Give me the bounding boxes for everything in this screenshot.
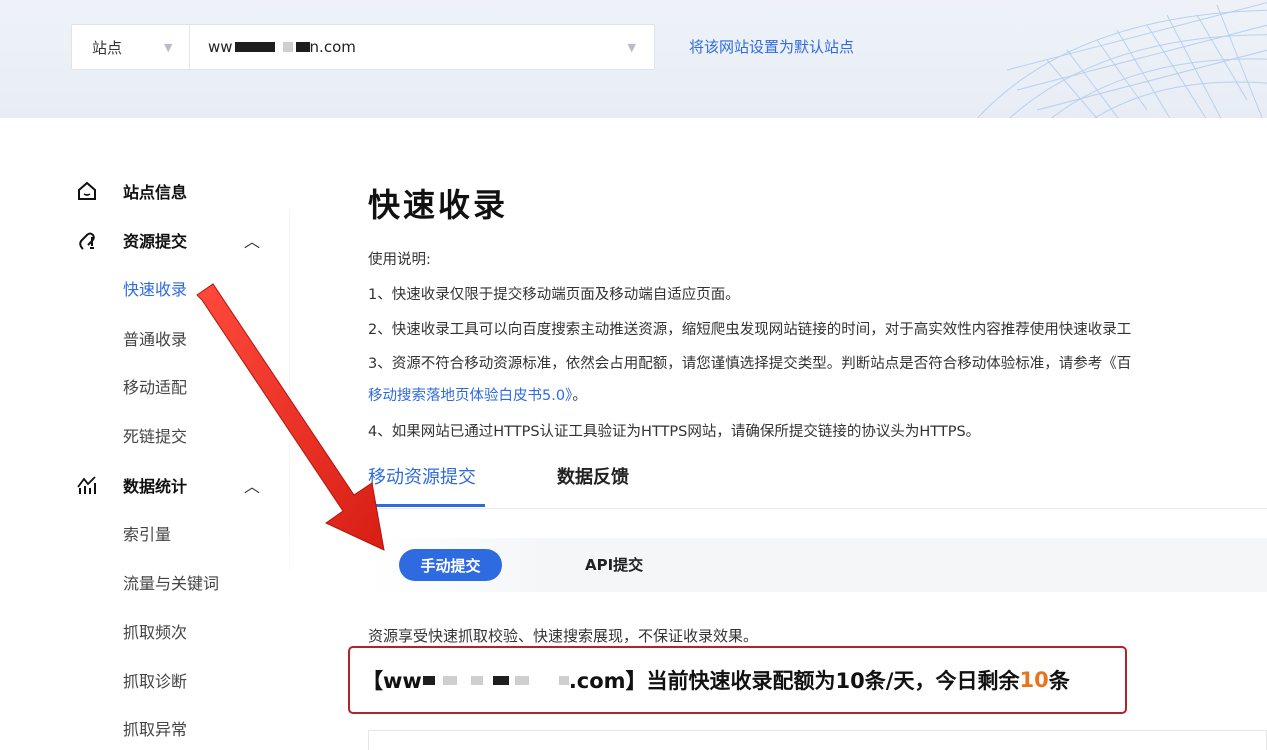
sidebar-item-crawl-frequency[interactable]: 抓取频次 (123, 619, 187, 643)
quota-unit: 条 (1048, 669, 1070, 693)
instruction-line: 3、资源不符合移动资源标准，依然会占用配额，请您谨慎选择提交类型。判断站点是否符… (368, 356, 1132, 372)
quota-domain-tail: .com】当前快速收录配额为10条/天，今日剩余 (568, 669, 1020, 693)
site-header: 站点 ▼ ww n.com ▼ 将该网站设置为默认站点 (0, 0, 1267, 118)
redaction-mask (514, 675, 529, 685)
api-submit-tab[interactable]: API提交 (585, 554, 643, 575)
site-type-dropdown[interactable]: 站点 ▼ (72, 25, 190, 69)
quota-status-box: 【ww .com】当前快速收录配额为10条/天，今日剩余 10 条 (348, 646, 1127, 714)
instruction-line: 2、快速收录工具可以向百度搜索主动推送资源，缩短爬虫发现网站链接的时间，对于高实… (368, 322, 1132, 338)
sidebar-item-traffic-keywords[interactable]: 流量与关键词 (123, 570, 219, 594)
sidebar-group-data-stats[interactable]: 数据统计 ︿ (0, 470, 290, 500)
redaction-mask (234, 42, 275, 52)
domain-suffix: n.com (309, 38, 356, 56)
tab-data-feedback[interactable]: 数据反馈 (557, 463, 629, 489)
site-selector: 站点 ▼ ww n.com ▼ (71, 24, 655, 70)
sidebar-group-resource-submit[interactable]: 资源提交 ︿ (0, 225, 290, 255)
site-type-label: 站点 (92, 38, 123, 57)
active-tab-indicator (368, 504, 485, 507)
redaction-mask (558, 675, 569, 685)
redaction-mask (282, 42, 293, 52)
domain-prefix: ww (208, 38, 233, 56)
quota-remaining: 10 (1019, 668, 1049, 692)
sidebar-item-dead-link[interactable]: 死链提交 (123, 423, 187, 447)
globe-decoration-icon (976, 2, 1267, 118)
redaction-mask (442, 675, 457, 685)
chevron-down-icon: ▼ (164, 41, 173, 54)
redaction-mask (492, 675, 509, 685)
chevron-up-icon: ︿ (244, 477, 261, 496)
submit-icon (72, 225, 102, 255)
sidebar-item-fast-index[interactable]: 快速收录 (123, 276, 187, 300)
redaction-mask (295, 42, 310, 52)
home-icon (72, 176, 102, 206)
chevron-up-icon: ︿ (244, 232, 261, 251)
sidebar-divider (289, 210, 290, 570)
sidebar-item-mobile-adapt[interactable]: 移动适配 (123, 374, 187, 398)
stats-icon (72, 470, 102, 500)
sidebar-group-label: 数据统计 (123, 477, 188, 496)
instruction-line: 4、如果网站已通过HTTPS认证工具验证为HTTPS网站，请确保所提交链接的协议… (368, 424, 981, 440)
usage-heading: 使用说明: (368, 252, 431, 268)
fast-index-note: 资源享受快速抓取校验、快速搜索展现，不保证收录效果。 (368, 627, 759, 645)
sidebar-item-crawl-errors[interactable]: 抓取异常 (123, 716, 187, 740)
redaction-mask (422, 675, 435, 685)
set-default-site-link[interactable]: 将该网站设置为默认站点 (689, 36, 854, 57)
tab-bar: 移动资源提交 数据反馈 (368, 463, 1267, 509)
manual-submit-button[interactable]: 手动提交 (399, 549, 502, 581)
whitepaper-link[interactable]: 移动搜索落地页体验白皮书5.0》 (368, 388, 572, 404)
instruction-line: 1、快速收录仅限于提交移动端页面及移动端自适应页面。 (368, 287, 740, 303)
redaction-mask (470, 675, 483, 685)
page-title: 快速收录 (368, 186, 509, 224)
quota-open: 【ww (362, 669, 422, 693)
submit-mode-bar: 手动提交 API提交 (368, 538, 1267, 592)
sidebar-item-crawl-diagnosis[interactable]: 抓取诊断 (123, 668, 187, 692)
sidebar-item-normal-index[interactable]: 普通收录 (123, 326, 187, 350)
instruction-line-continued: 移动搜索落地页体验白皮书5.0》。 (368, 384, 587, 405)
sidebar-item-site-info[interactable]: 站点信息 (0, 176, 290, 206)
sidebar-item-index-volume[interactable]: 索引量 (123, 521, 171, 545)
submit-form-area (368, 730, 1267, 750)
tab-mobile-resource-submit[interactable]: 移动资源提交 (368, 463, 476, 489)
instruction-tail: 。 (572, 388, 587, 404)
site-domain-dropdown[interactable]: ww n.com ▼ (190, 25, 654, 69)
sidebar-item-label: 站点信息 (123, 183, 188, 202)
sidebar: 站点信息 资源提交 ︿ 快速收录 普通收录 移动适配 死链提交 数据统计 ︿ 索… (0, 160, 290, 742)
chevron-down-icon: ▼ (627, 41, 636, 54)
sidebar-group-label: 资源提交 (123, 232, 188, 251)
